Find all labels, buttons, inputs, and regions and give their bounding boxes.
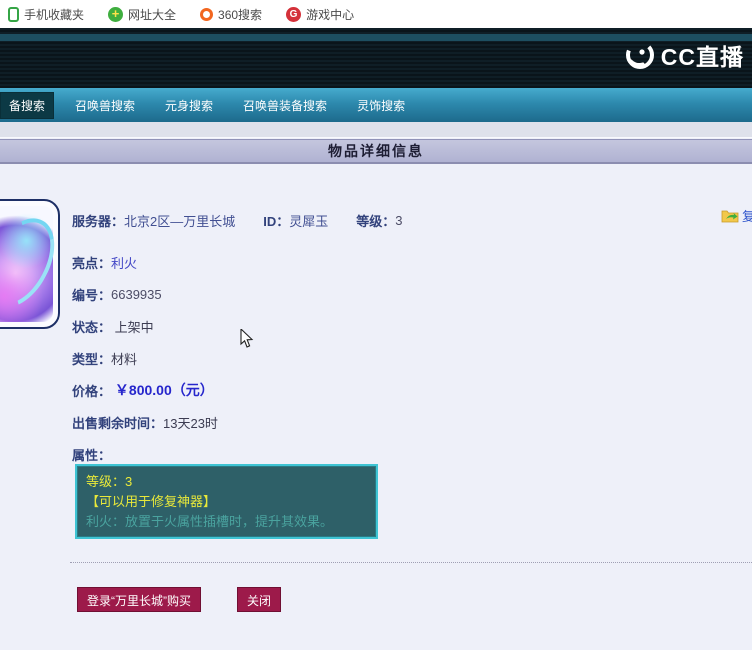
mouse-cursor [240, 329, 254, 348]
bookmarks-bar: 手机收藏夹 + 网址大全 360搜索 G 游戏中心 [0, 0, 752, 28]
search-tabs-bar: 备搜索 召唤兽搜索 元身搜索 召唤兽装备搜索 灵饰搜索 [0, 88, 752, 122]
row-label: 价格： [72, 383, 112, 399]
bookmark-label: 网址大全 [128, 7, 177, 22]
item-detail-panel: 服务器： 北京2区—万里长城 ID： 灵犀玉 等级： 3 复 亮点： 利火 编号… [0, 166, 752, 650]
row-value: 材料 [111, 351, 138, 367]
row-label: 亮点： [72, 255, 112, 271]
cc-live-logo[interactable]: CC直播 [625, 38, 744, 72]
attr-line-effect: 利火：放置于火属性插槽时，提升其效果。 [86, 514, 334, 529]
bookmark-phone-favorites[interactable]: 手机收藏夹 [8, 6, 84, 23]
level-label: 等级： [356, 214, 396, 229]
id-label: ID： [263, 214, 290, 229]
detail-row-remaining-time: 出售剩余时间： 13天23时 [72, 406, 218, 438]
row-value: 6639935 [111, 286, 162, 302]
tab-summon-beast-search[interactable]: 召唤兽搜索 [66, 92, 144, 119]
detail-row-highlight: 亮点： 利火 [72, 246, 218, 278]
bookmark-game-center[interactable]: G 游戏中心 [286, 6, 354, 23]
game-center-icon: G [286, 6, 302, 22]
item-detail-rows: 亮点： 利火 编号： 6639935 状态： 上架中 类型： 材料 价格： ￥8… [72, 246, 218, 470]
bookmark-360-search[interactable]: 360搜索 [200, 6, 262, 23]
dotted-divider [70, 562, 752, 563]
plus-circle-icon: + [108, 6, 124, 22]
cc-logo-icon [625, 41, 654, 69]
item-image [0, 199, 60, 329]
server-label: 服务器： [72, 214, 125, 229]
360-search-icon [200, 7, 214, 21]
level-value: 3 [395, 213, 403, 228]
sub-band [0, 122, 752, 138]
row-value: 上架中 [111, 319, 154, 335]
tab-lingshi-search[interactable]: 灵饰搜索 [348, 92, 414, 119]
tab-summon-beast-equip-search[interactable]: 召唤兽装备搜索 [234, 92, 336, 119]
detail-row-type: 类型： 材料 [72, 342, 218, 374]
row-value: 利火 [111, 255, 138, 271]
row-label: 属性： [72, 447, 112, 463]
item-orb-art [0, 206, 53, 322]
bookmark-site-directory[interactable]: + 网址大全 [108, 6, 176, 23]
detail-row-status: 状态： 上架中 [72, 310, 218, 342]
tab-equipment-search[interactable]: 备搜索 [0, 91, 55, 119]
copy-link-label: 复 [742, 209, 752, 224]
close-button[interactable]: 关闭 [237, 587, 282, 612]
bookmark-label: 游戏中心 [306, 7, 355, 22]
row-value: ￥800.00（元） [111, 382, 214, 398]
bookmark-label: 手机收藏夹 [24, 7, 85, 22]
cc-logo-text: CC直播 [660, 44, 744, 70]
bookmark-label: 360搜索 [218, 7, 263, 22]
server-line: 服务器： 北京2区—万里长城 ID： 灵犀玉 等级： 3 [72, 211, 403, 230]
id-value: 灵犀玉 [289, 214, 329, 229]
screen: 手机收藏夹 + 网址大全 360搜索 G 游戏中心 CC直播 备搜索 召唤兽搜索… [0, 0, 752, 650]
row-label: 编号： [72, 287, 112, 303]
row-label: 类型： [72, 351, 112, 367]
attr-line-level: 等级：3 [86, 474, 133, 489]
item-attributes-box: 等级：3 【可以用于修复神器】 利火：放置于火属性插槽时，提升其效果。 [75, 464, 378, 539]
row-value: 13天23时 [163, 415, 218, 431]
page-title: 物品详细信息 [328, 143, 424, 159]
site-header: CC直播 [0, 28, 752, 88]
copy-link[interactable]: 复 [721, 206, 752, 225]
detail-row-number: 编号： 6639935 [72, 278, 218, 310]
row-label: 状态： [72, 319, 112, 335]
folder-share-icon [721, 210, 739, 223]
detail-row-price: 价格： ￥800.00（元） [72, 374, 218, 406]
phone-icon [8, 6, 19, 22]
tab-yuanshen-search[interactable]: 元身搜索 [156, 92, 222, 119]
server-value: 北京2区—万里长城 [124, 214, 236, 229]
attr-line-repair: 【可以用于修复神器】 [86, 494, 217, 509]
page-title-bar: 物品详细信息 [0, 139, 752, 164]
row-label: 出售剩余时间： [72, 415, 164, 431]
login-buy-button[interactable]: 登录“万里长城”购买 [77, 587, 201, 612]
